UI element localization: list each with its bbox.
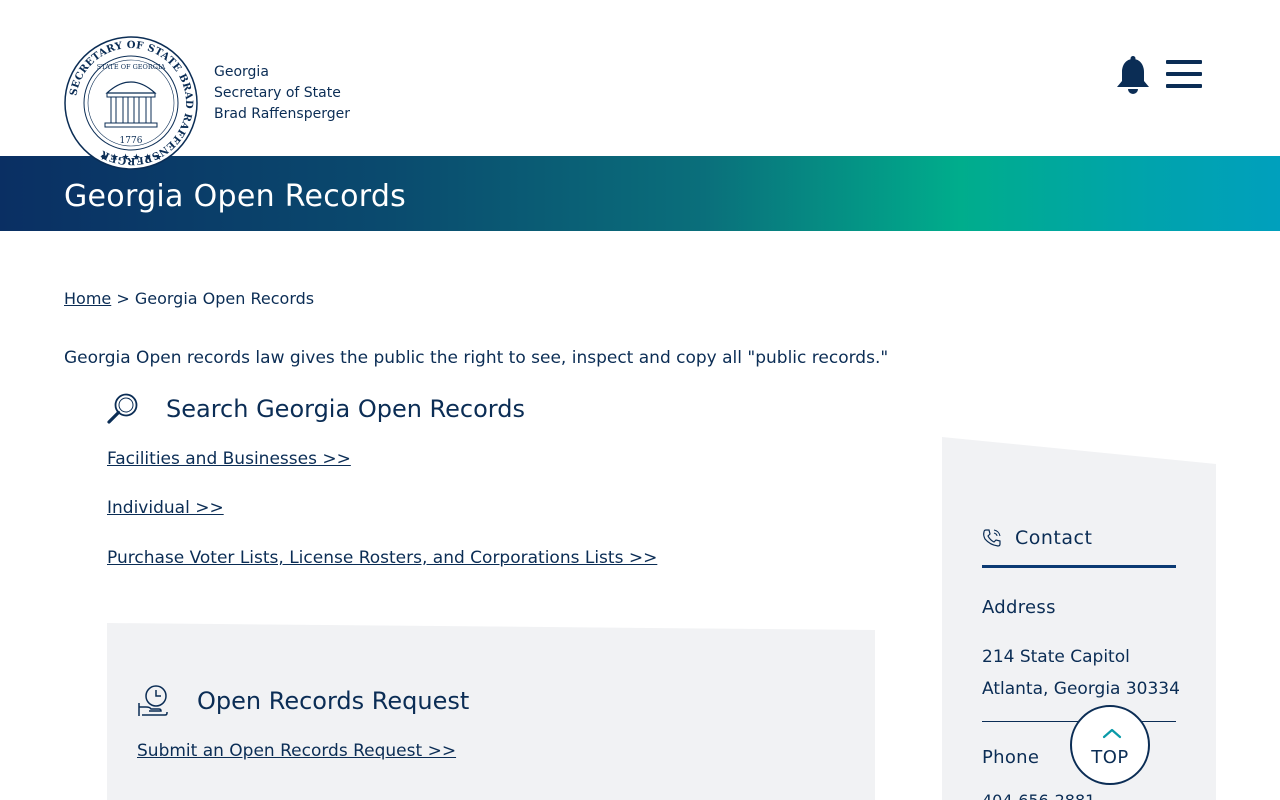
clock-hand-icon <box>138 685 168 716</box>
svg-text:STATE OF GEORGIA: STATE OF GEORGIA <box>97 63 166 71</box>
hamburger-menu-icon[interactable] <box>1166 60 1204 90</box>
breadcrumb-current: Georgia Open Records <box>134 289 315 308</box>
address-line-2: Atlanta, Georgia 30334 <box>982 679 1180 699</box>
facilities-businesses-link[interactable]: Facilities and Businesses >> <box>107 449 351 469</box>
georgia-seal-logo[interactable]: SECRETARY OF STATE BRAD RAFFENSPERGER ST… <box>63 35 199 171</box>
address-label: Address <box>982 597 1056 618</box>
address-value: 214 State Capitol Atlanta, Georgia 30334 <box>982 641 1180 705</box>
breadcrumb: Home > Georgia Open Records <box>64 289 314 308</box>
individual-link[interactable]: Individual >> <box>107 498 224 518</box>
phone-icon <box>983 529 1001 547</box>
contact-heading: Contact <box>982 527 1092 549</box>
purchase-lists-link[interactable]: Purchase Voter Lists, License Rosters, a… <box>107 548 657 568</box>
menu-bar <box>1166 72 1202 76</box>
request-section-heading: Open Records Request <box>137 685 469 717</box>
contact-divider <box>982 565 1176 568</box>
intro-text: Georgia Open records law gives the publi… <box>64 348 889 368</box>
svg-text:★ ★ ★ ★ ★ ★: ★ ★ ★ ★ ★ ★ <box>100 153 163 163</box>
menu-bar <box>1166 60 1202 64</box>
chevron-up-icon <box>1102 728 1122 739</box>
org-line-office: Secretary of State <box>214 85 341 101</box>
org-name[interactable]: Georgia Secretary of State Brad Raffensp… <box>214 62 350 125</box>
site-header: SECRETARY OF STATE BRAD RAFFENSPERGER ST… <box>0 0 1280 170</box>
address-line-1: 214 State Capitol <box>982 647 1130 667</box>
org-line-state: Georgia <box>214 64 269 80</box>
open-records-request-card: Open Records Request Submit an Open Reco… <box>107 623 875 800</box>
breadcrumb-separator: > <box>116 289 130 308</box>
breadcrumb-home-link[interactable]: Home <box>64 289 111 308</box>
search-section-heading: Search Georgia Open Records <box>106 392 525 425</box>
page-title: Georgia Open Records <box>64 179 407 214</box>
contact-title: Contact <box>1015 527 1093 549</box>
svg-text:1776: 1776 <box>120 136 143 146</box>
submit-request-link[interactable]: Submit an Open Records Request >> <box>137 741 456 761</box>
phone-value[interactable]: 404-656-2881 <box>982 791 1095 800</box>
org-line-name: Brad Raffensperger <box>214 106 350 122</box>
back-to-top-label: TOP <box>1091 747 1129 768</box>
back-to-top-button[interactable]: TOP <box>1070 705 1150 785</box>
phone-label: Phone <box>982 747 1040 768</box>
search-section-title: Search Georgia Open Records <box>166 394 525 423</box>
menu-bar <box>1166 84 1202 88</box>
magnifier-icon <box>107 393 138 424</box>
bell-icon[interactable] <box>1114 56 1152 96</box>
request-section-title: Open Records Request <box>197 687 470 715</box>
